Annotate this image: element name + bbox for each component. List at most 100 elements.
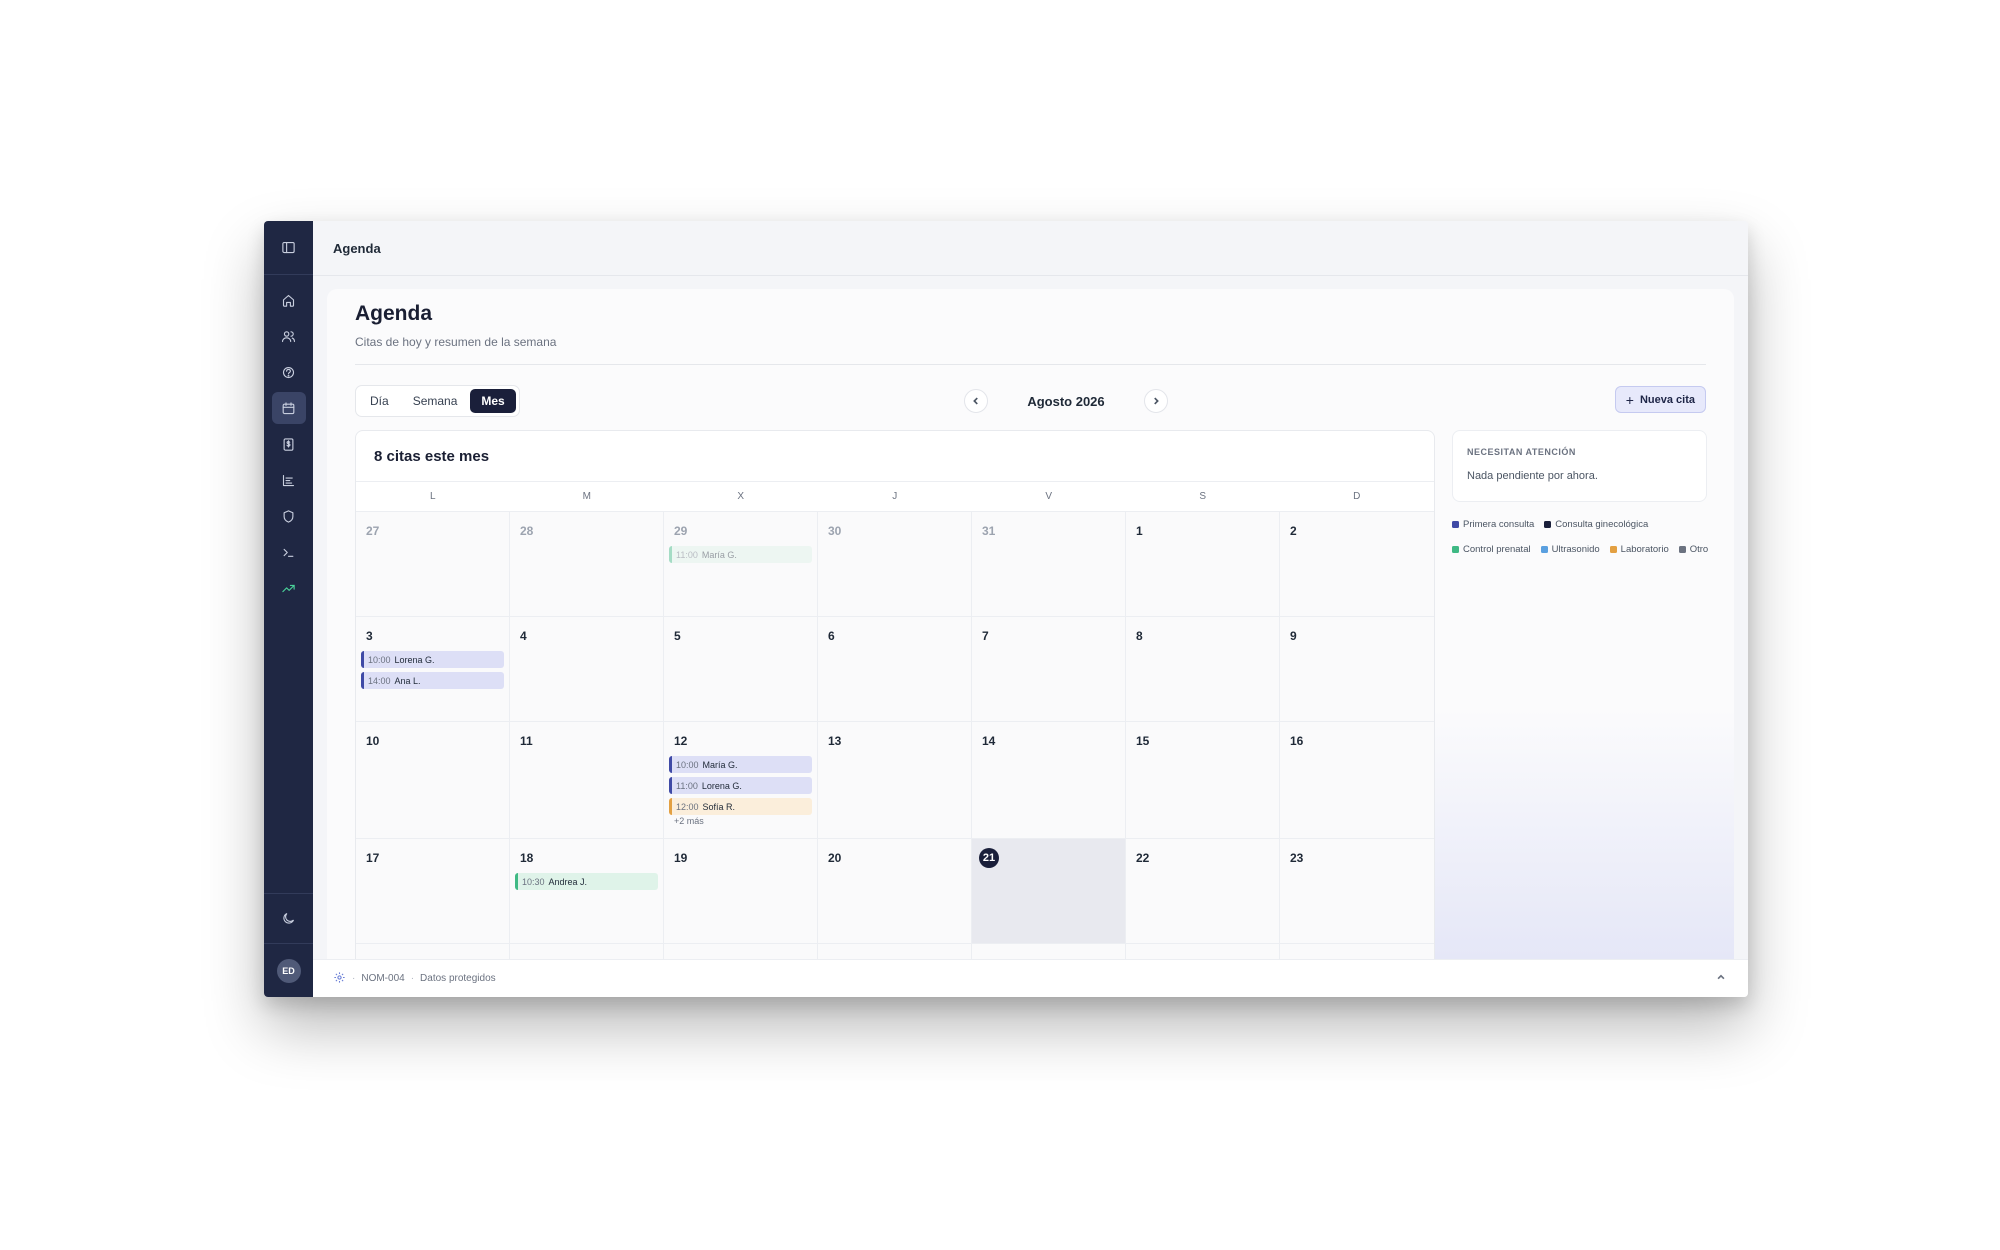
calendar-day[interactable]: 12 10:00 María G. 11:00 Lorena G. 12:00 Sofía … xyxy=(664,722,818,839)
sidebar-item-patients[interactable] xyxy=(272,320,306,352)
sidebar-nav xyxy=(271,275,306,604)
calendar-day[interactable]: 30 xyxy=(818,512,972,617)
calendar-day[interactable]: 4 xyxy=(510,617,664,722)
appointment-chip[interactable]: 14:00 Ana L. xyxy=(361,672,504,689)
chart-icon xyxy=(282,474,295,486)
sidebar-item-security[interactable] xyxy=(272,500,306,532)
calendar-day[interactable]: 16 xyxy=(1280,722,1434,839)
day-number: 20 xyxy=(828,851,842,865)
prev-month-button[interactable] xyxy=(964,389,988,413)
month-navigator: Agosto 2026 xyxy=(964,389,1168,413)
day-number: 6 xyxy=(828,629,835,643)
calendar-day-today[interactable]: 21 xyxy=(972,839,1126,944)
month-calendar: 8 citas este mes LMXJVSD 27 28 29 11:00 Marí… xyxy=(355,430,1435,969)
calendar-day[interactable]: 2 xyxy=(1280,512,1434,617)
view-week-button[interactable]: Semana xyxy=(402,389,469,413)
day-number: 22 xyxy=(1136,851,1150,865)
legend-swatch xyxy=(1452,546,1459,553)
theme-toggle-button[interactable] xyxy=(264,893,313,943)
moon-icon xyxy=(283,912,295,924)
sidebar-item-reports[interactable] xyxy=(272,464,306,496)
weekday-label: D xyxy=(1353,491,1361,502)
footer: · NOM-004 · Datos protegidos xyxy=(313,959,1748,997)
page-title: Agenda xyxy=(355,302,433,325)
day-number: 14 xyxy=(982,734,996,748)
legend-swatch xyxy=(1609,546,1617,553)
view-day-button[interactable]: Día xyxy=(359,389,400,413)
calendar-day[interactable]: 5 xyxy=(664,617,818,722)
calendar-day[interactable]: 9 xyxy=(1280,617,1434,722)
calendar-day[interactable]: 6 xyxy=(818,617,972,722)
sidebar-item-console[interactable] xyxy=(272,536,306,568)
next-month-button[interactable] xyxy=(1144,389,1168,413)
appointment-patient: Andrea J. xyxy=(548,876,588,887)
day-number: 31 xyxy=(982,524,996,538)
appointment-chip[interactable]: 11:00 Lorena G. xyxy=(669,777,812,794)
day-number: 9 xyxy=(1290,629,1297,643)
appointment-patient: María G. xyxy=(701,549,737,560)
calendar-day[interactable]: 18 10:30 Andrea J. xyxy=(510,839,664,944)
sidebar-item-home[interactable] xyxy=(272,284,306,316)
today-badge: 21 xyxy=(979,848,999,868)
appointment-chip[interactable]: 10:00 María G. xyxy=(669,756,812,773)
new-appointment-label: Nueva cita xyxy=(1639,393,1695,406)
stethoscope-icon xyxy=(282,366,295,378)
calendar-day[interactable]: 3 10:00 Lorena G. 14:00 Ana L. xyxy=(356,617,510,722)
calendar-day[interactable]: 19 xyxy=(664,839,818,944)
footer-code: NOM-004 xyxy=(361,973,405,984)
calendar-day[interactable]: 20 xyxy=(818,839,972,944)
appointment-patient: Ana L. xyxy=(394,675,421,686)
home-icon xyxy=(282,294,295,307)
legend-item: Consulta ginecológica xyxy=(1544,519,1648,530)
calendar-day[interactable]: 29 11:00 María G. xyxy=(664,512,818,617)
calendar-day[interactable]: 31 xyxy=(972,512,1126,617)
appointment-patient: Lorena G. xyxy=(394,654,435,665)
appointment-patient: Sofía R. xyxy=(702,801,736,812)
appointment-time: 14:00 xyxy=(368,675,391,686)
appointment-chip[interactable]: 10:30 Andrea J. xyxy=(515,873,658,890)
user-menu-button[interactable]: ED xyxy=(264,943,313,997)
legend-swatch xyxy=(1544,521,1552,528)
trending-icon xyxy=(282,584,295,592)
chevron-left-icon xyxy=(973,397,978,405)
day-number: 23 xyxy=(1290,851,1304,865)
appointment-chip[interactable]: 10:00 Lorena G. xyxy=(361,651,504,668)
more-appointments-link[interactable]: +2 más xyxy=(669,816,812,826)
footer-expand-button[interactable] xyxy=(1716,972,1726,985)
sidebar-item-agenda[interactable] xyxy=(271,392,306,424)
calendar-day[interactable]: 8 xyxy=(1126,617,1280,722)
month-label: Agosto 2026 xyxy=(1027,393,1105,409)
day-number: 16 xyxy=(1290,734,1304,748)
calendar-day[interactable]: 11 xyxy=(510,722,664,839)
calendar-day[interactable]: 17 xyxy=(356,839,510,944)
view-month-button[interactable]: Mes xyxy=(470,389,516,413)
weekday-label: M xyxy=(582,491,592,502)
appointment-time: 10:00 xyxy=(676,759,699,770)
calendar-day[interactable]: 10 xyxy=(356,722,510,839)
legend-label: Primera consulta xyxy=(1463,519,1535,530)
appointment-chip[interactable]: 12:00 Sofía R. xyxy=(669,798,812,815)
day-number: 13 xyxy=(828,734,842,748)
calendar-day[interactable]: 14 xyxy=(972,722,1126,839)
view-toggle: Día Semana Mes xyxy=(355,385,520,417)
calendar-day[interactable]: 22 xyxy=(1126,839,1280,944)
sidebar-toggle-button[interactable] xyxy=(264,221,313,275)
new-appointment-button[interactable]: + Nueva cita xyxy=(1614,386,1706,413)
calendar-day[interactable]: 15 xyxy=(1126,722,1280,839)
calendar-day[interactable]: 1 xyxy=(1126,512,1280,617)
calendar-day[interactable]: 13 xyxy=(818,722,972,839)
legend: Primera consulta Consulta ginecológica Con… xyxy=(1452,519,1712,555)
appointment-chip[interactable]: 11:00 María G. xyxy=(669,546,812,563)
calendar-day[interactable]: 27 xyxy=(356,512,510,617)
legend-item: Laboratorio xyxy=(1609,544,1669,555)
legend-label: Ultrasonido xyxy=(1551,544,1600,555)
calendar-day[interactable]: 28 xyxy=(510,512,664,617)
settings-icon[interactable] xyxy=(333,971,346,987)
chevron-up-icon xyxy=(1717,974,1725,980)
day-number: 5 xyxy=(674,629,681,643)
sidebar-item-analytics[interactable] xyxy=(272,572,306,604)
calendar-day[interactable]: 7 xyxy=(972,617,1126,722)
sidebar-item-billing[interactable] xyxy=(272,428,306,460)
sidebar-item-consultations[interactable] xyxy=(272,356,306,388)
calendar-day[interactable]: 23 xyxy=(1280,839,1434,944)
